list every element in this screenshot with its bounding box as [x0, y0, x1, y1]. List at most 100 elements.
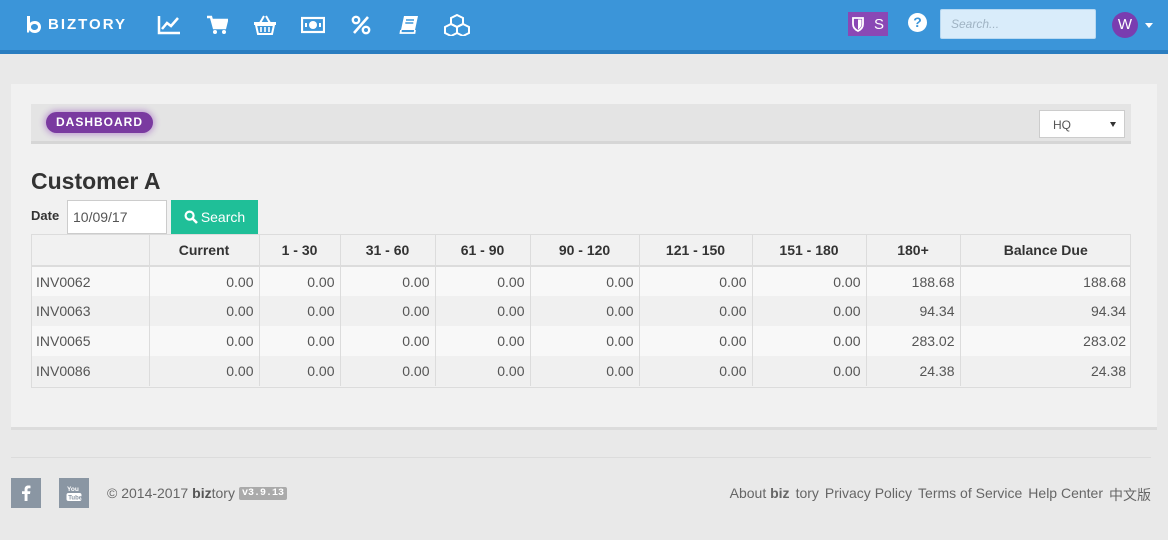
table-cell: 0.00 — [752, 266, 867, 296]
youtube-icon[interactable]: You Tube — [59, 478, 89, 508]
table-cell: 0.00 — [752, 296, 867, 326]
table-cell: 0.00 — [340, 296, 436, 326]
date-label: Date — [31, 208, 60, 223]
search-icon — [184, 210, 198, 224]
table-cell: 0.00 — [435, 326, 531, 356]
copyright: © 2014-2017 biz tory v3.9.13 — [107, 485, 287, 501]
search-input[interactable] — [940, 9, 1096, 39]
help-icon[interactable]: ? — [908, 13, 927, 32]
brand-logo[interactable]: BIZTORY — [24, 14, 127, 34]
table-cell: 24.38 — [960, 356, 1131, 386]
page-title: Customer A — [31, 168, 161, 194]
brand-name: BIZTORY — [48, 15, 128, 33]
table-cell: 0.00 — [530, 326, 640, 356]
table-cell: 0.00 — [340, 266, 436, 296]
table-cell: 0.00 — [340, 356, 436, 386]
chinese-language-link[interactable]: 中文版 — [1109, 485, 1151, 505]
column-header: 61 - 90 — [435, 234, 531, 267]
table-cell: 0.00 — [340, 326, 436, 356]
cubes-icon[interactable] — [442, 12, 472, 38]
copyright-brand-rest: tory — [211, 485, 235, 501]
table-cell: 0.00 — [639, 296, 753, 326]
column-header — [31, 234, 150, 267]
brand-mark-icon — [27, 16, 41, 33]
branch-select-value: HQ — [1053, 118, 1071, 132]
shield-badge[interactable]: S — [848, 12, 888, 36]
date-field[interactable] — [67, 200, 167, 234]
footer-divider — [11, 457, 1151, 458]
branch-select[interactable]: HQ — [1039, 110, 1125, 138]
report-card: DASHBOARD HQ Customer A Date Search Curr… — [11, 84, 1157, 430]
avatar[interactable]: W — [1112, 12, 1138, 38]
invoice-cell: INV0065 — [31, 326, 150, 356]
chevron-down-icon[interactable] — [1145, 23, 1153, 28]
main-nav — [154, 12, 490, 38]
table-cell: 0.00 — [259, 326, 341, 356]
table-header-row: Current 1 - 30 31 - 60 61 - 90 90 - 120 … — [31, 234, 1131, 267]
basket-icon[interactable] — [250, 12, 280, 38]
table-cell: 0.00 — [639, 326, 753, 356]
footer-links: About biz tory Privacy Policy Terms of Se… — [718, 485, 1151, 505]
search-button[interactable]: Search — [171, 200, 258, 234]
money-icon[interactable] — [298, 12, 328, 38]
table-cell: 188.68 — [866, 266, 961, 296]
table-cell: 0.00 — [259, 356, 341, 386]
svg-text:You: You — [67, 486, 79, 493]
table-cell: 0.00 — [530, 356, 640, 386]
table-cell: 0.00 — [149, 326, 260, 356]
column-header: 151 - 180 — [752, 234, 867, 267]
about-prefix: About — [729, 485, 767, 501]
cart-icon[interactable] — [202, 12, 232, 38]
shield-letter: S — [874, 15, 885, 33]
table-cell: 0.00 — [149, 296, 260, 326]
column-header: 121 - 150 — [639, 234, 753, 267]
table-cell: 0.00 — [435, 266, 531, 296]
privacy-policy-link[interactable]: Privacy Policy — [825, 485, 912, 505]
version-badge: v3.9.13 — [238, 486, 287, 500]
table-row: INV0086 0.00 0.00 0.00 0.00 0.00 0.00 0.… — [31, 356, 1131, 386]
table-cell: 0.00 — [752, 326, 867, 356]
table-cell: 0.00 — [149, 266, 260, 296]
table-cell: 94.34 — [866, 296, 961, 326]
invoice-cell: INV0062 — [31, 266, 150, 296]
table-cell: 0.00 — [259, 266, 341, 296]
shield-icon — [848, 12, 868, 36]
table-cell: 0.00 — [639, 356, 753, 386]
percent-icon[interactable] — [346, 12, 376, 38]
column-header: 180+ — [866, 234, 961, 267]
book-icon[interactable] — [394, 12, 424, 38]
facebook-icon[interactable] — [11, 478, 41, 508]
table-cell: 0.00 — [435, 356, 531, 386]
table-cell: 0.00 — [259, 296, 341, 326]
copyright-text: © 2014-2017 — [107, 485, 189, 501]
terms-of-service-link[interactable]: Terms of Service — [918, 485, 1022, 505]
help-center-link[interactable]: Help Center — [1028, 485, 1103, 505]
about-brand-bold: biz — [770, 485, 790, 501]
invoice-cell: INV0086 — [31, 356, 150, 386]
chart-line-icon[interactable] — [154, 12, 184, 38]
column-header: Balance Due — [960, 234, 1131, 267]
about-link[interactable]: About biz tory — [724, 485, 819, 505]
table-cell: 283.02 — [960, 326, 1131, 356]
table-cell: 94.34 — [960, 296, 1131, 326]
copyright-brand-bold: biz — [192, 485, 212, 501]
table-cell: 0.00 — [435, 296, 531, 326]
table-cell: 0.00 — [530, 266, 640, 296]
svg-text:Tube: Tube — [68, 496, 82, 502]
table-cell: 283.02 — [866, 326, 961, 356]
table-cell: 24.38 — [866, 356, 961, 386]
column-header: 31 - 60 — [340, 234, 436, 267]
invoice-cell: INV0063 — [31, 296, 150, 326]
select-arrow-icon — [1110, 122, 1116, 127]
dashboard-button[interactable]: DASHBOARD — [46, 112, 153, 133]
search-button-label: Search — [200, 209, 246, 225]
table-cell: 0.00 — [639, 266, 753, 296]
column-header: 1 - 30 — [259, 234, 341, 267]
table-cell: 0.00 — [752, 356, 867, 386]
top-navbar: BIZTORY S ? W — [0, 0, 1168, 54]
table-row: INV0063 0.00 0.00 0.00 0.00 0.00 0.00 0.… — [31, 296, 1131, 326]
table-row: INV0062 0.00 0.00 0.00 0.00 0.00 0.00 0.… — [31, 266, 1131, 296]
about-brand-rest: tory — [795, 485, 819, 501]
panel-header: DASHBOARD HQ — [31, 104, 1131, 144]
aging-table: Current 1 - 30 31 - 60 61 - 90 90 - 120 … — [31, 234, 1131, 386]
